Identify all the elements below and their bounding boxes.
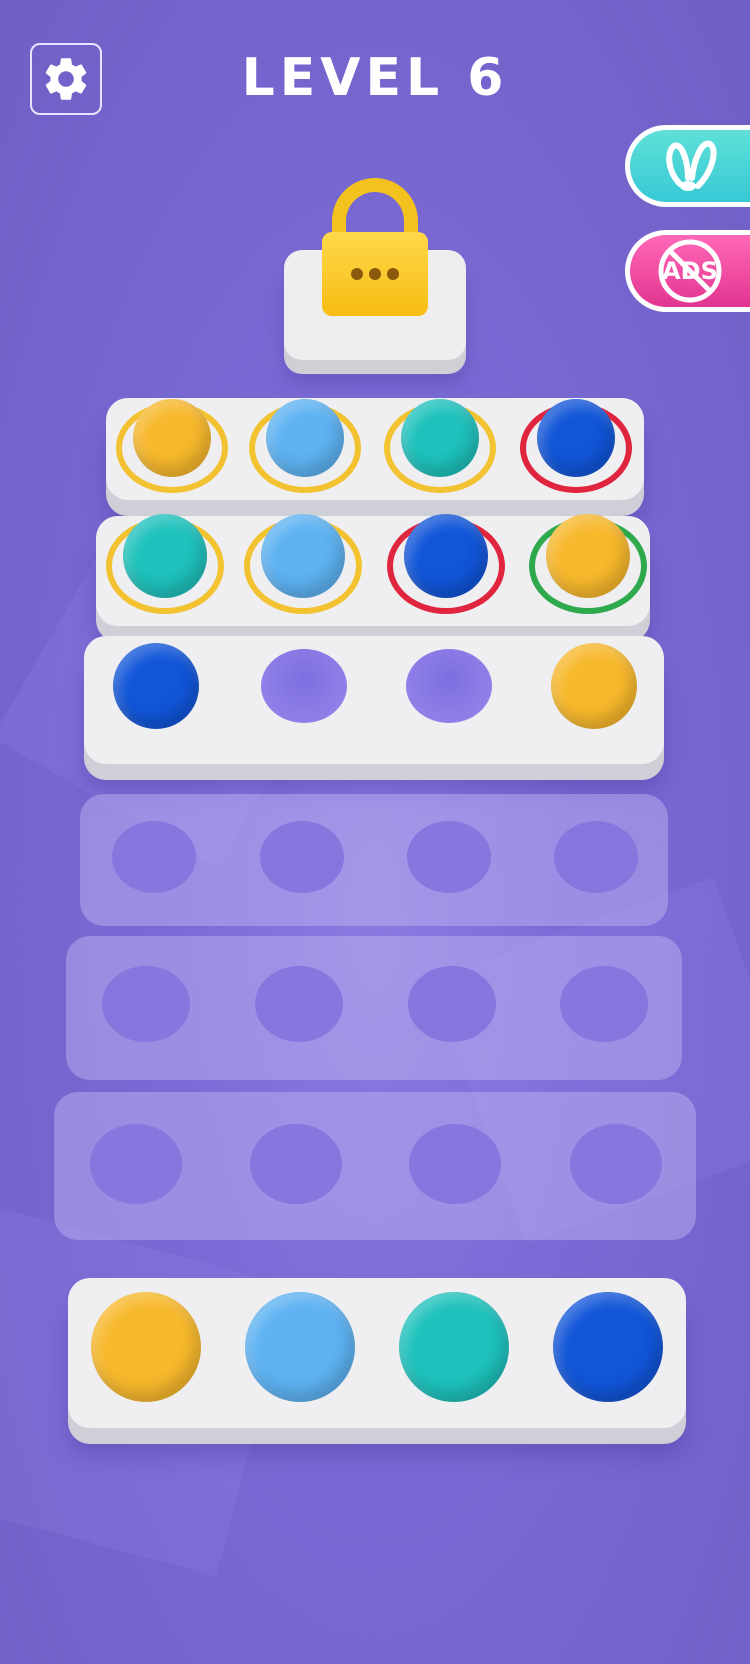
empty-hole[interactable] [406,649,492,723]
teal-ball[interactable] [123,514,207,598]
empty-hole[interactable] [102,966,190,1042]
bunny-ears-icon [666,140,717,191]
blue-ball[interactable] [404,514,488,598]
yellow-ball[interactable] [133,399,211,477]
blue-target-ball [553,1292,663,1402]
padlock-icon[interactable] [322,232,428,316]
empty-hole[interactable] [408,966,496,1042]
no-ads-button[interactable]: ADS [625,230,750,312]
yellow-target-ball [91,1292,201,1402]
yellow-ball[interactable] [546,514,630,598]
lightblue-ball[interactable] [261,514,345,598]
lock-dot [387,268,399,280]
empty-hole[interactable] [261,649,347,723]
empty-hole[interactable] [407,821,491,893]
empty-hole[interactable] [409,1124,501,1204]
blue-ball[interactable] [113,643,199,729]
empty-hole[interactable] [260,821,344,893]
empty-tray[interactable] [66,936,682,1080]
no-ads-icon: ADS [657,238,723,304]
empty-hole[interactable] [255,966,343,1042]
level-title: LEVEL 6 [241,48,509,108]
lock-dot [369,268,381,280]
lightblue-ball[interactable] [266,399,344,477]
yellow-ball[interactable] [551,643,637,729]
teal-ball[interactable] [401,399,479,477]
hint-button[interactable] [625,125,750,207]
no-ads-label: ADS [662,257,718,285]
empty-hole[interactable] [90,1124,182,1204]
teal-target-ball [399,1292,509,1402]
lightblue-target-ball [245,1292,355,1402]
empty-hole[interactable] [560,966,648,1042]
empty-tray[interactable] [54,1092,696,1240]
blue-ball[interactable] [537,399,615,477]
empty-hole[interactable] [112,821,196,893]
empty-hole[interactable] [250,1124,342,1204]
empty-hole[interactable] [554,821,638,893]
empty-hole[interactable] [570,1124,662,1204]
empty-tray[interactable] [80,794,668,926]
lock-dot [351,268,363,280]
